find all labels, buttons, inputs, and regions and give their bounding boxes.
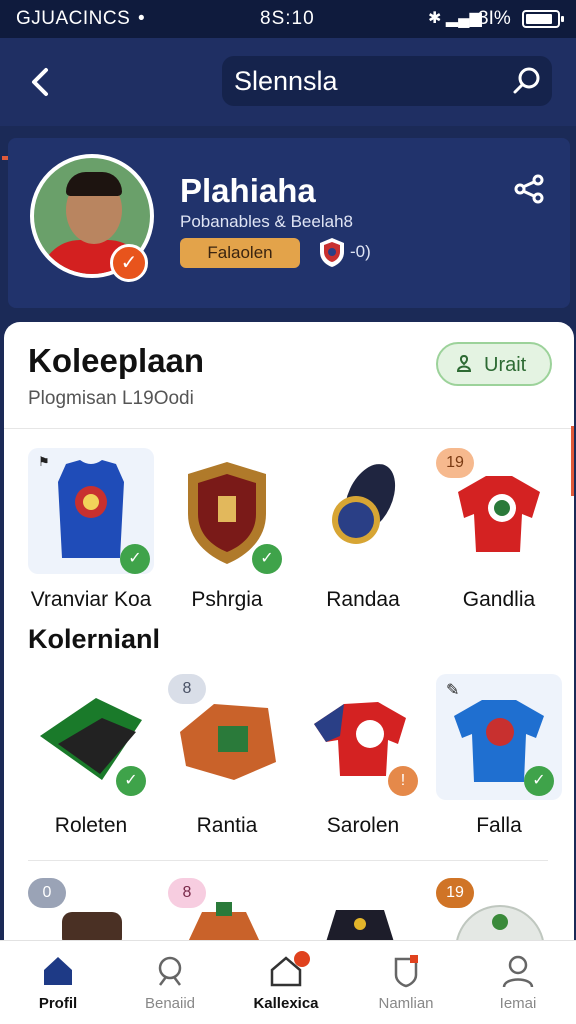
item-label: Rantia <box>196 814 258 837</box>
collection-sheet: Koleeplaan Plogmisan L19Oodi Urait ⚑ ✓ V… <box>4 322 574 942</box>
nav-user[interactable]: Iemai <box>468 951 568 1021</box>
owned-check-icon: ! <box>388 766 418 796</box>
nav-collection[interactable]: Kallexica <box>236 951 336 1021</box>
collection-item[interactable]: 19 Gandlia <box>436 448 572 618</box>
owned-check-icon: ✓ <box>252 544 282 574</box>
profile-subtitle: Pobanables & Beelah8 <box>180 212 353 231</box>
nav-badges[interactable]: Namlian <box>356 951 456 1021</box>
badge-icon <box>394 955 418 988</box>
divider <box>28 860 548 861</box>
collection-item[interactable]: 0 <box>28 878 164 942</box>
divider <box>4 428 574 429</box>
nav-label: Profil <box>38 995 78 1012</box>
avatar-hair <box>66 172 122 196</box>
collection-item[interactable]: 19 <box>436 878 572 942</box>
collection-item[interactable]: 8 <box>164 878 300 942</box>
item-label: Gandlia <box>462 588 536 611</box>
battery-percent: 3I% <box>478 8 511 29</box>
bluetooth-signal-icon: ✱ ▂▄▆ <box>428 10 482 27</box>
collection-title: Koleeplaan <box>28 342 205 379</box>
flag-icon: ⚑ <box>38 454 50 469</box>
item-label: Roleten <box>54 814 128 837</box>
section-title: Kolernianl <box>28 624 161 654</box>
search-icon <box>158 956 182 986</box>
item-thumbnail <box>300 448 426 574</box>
nav-label: Benaiid <box>144 995 196 1012</box>
item-label: Pshrgia <box>191 588 263 611</box>
collection-item[interactable]: Randaa <box>300 448 436 618</box>
collection-item[interactable]: ✎ ✓ Falla <box>436 674 572 844</box>
profile-card: ✓ Plahiaha Pobanables & Beelah8 Falaolen… <box>8 138 570 308</box>
collection-item[interactable]: ✓ Roleten <box>28 674 164 844</box>
collection-item[interactable] <box>300 878 436 942</box>
item-label: Falla <box>476 814 522 837</box>
add-user-icon <box>456 354 472 372</box>
profile-stat: -0) <box>350 242 371 261</box>
count-badge: 19 <box>436 448 474 478</box>
owned-check-icon: ✓ <box>524 766 554 796</box>
page-title: Slennsla <box>234 66 338 96</box>
share-icon[interactable] <box>512 172 546 206</box>
chevron-left-icon <box>32 68 48 96</box>
nav-label: Namlian <box>378 995 434 1012</box>
home-icon <box>44 957 72 985</box>
collection-item[interactable]: 8 Rantia <box>164 674 300 844</box>
status-bar: GJUACINCS • 8S:10 ✱ ▂▄▆ 3I% <box>0 0 576 38</box>
medal-icon <box>332 464 396 544</box>
count-badge: 8 <box>168 674 206 704</box>
bottom-navigation: Profil Benaiid Kallexica Namlian Iemai <box>0 940 576 1024</box>
add-item-label: Urait <box>484 354 527 376</box>
user-icon <box>502 955 534 988</box>
bag-black-icon <box>326 910 394 942</box>
header-search-pill[interactable]: Slennsla <box>222 56 552 106</box>
item-label: Sarolen <box>326 814 400 837</box>
count-badge: 19 <box>436 878 474 908</box>
count-badge: 8 <box>168 878 206 908</box>
status-time: 8S:10 <box>260 8 315 29</box>
item-label: Randaa <box>326 588 400 611</box>
nav-label: Kallexica <box>253 995 319 1012</box>
top-navigation: Slennsla <box>0 38 576 160</box>
verified-icon: ✓ <box>110 244 148 282</box>
nav-search[interactable]: Benaiid <box>120 951 220 1021</box>
item-label: Vranviar Koa <box>30 588 152 611</box>
status-dot-icon: • <box>138 8 145 29</box>
profile-rank-badge[interactable]: Falaolen <box>180 238 300 268</box>
search-icon[interactable] <box>510 64 544 98</box>
collection-item[interactable]: ✓ Pshrgia <box>164 448 300 618</box>
notification-dot <box>294 951 310 967</box>
collection-item[interactable]: ⚑ ✓ Vranviar Koa <box>28 448 164 618</box>
collection-item[interactable]: ! Sarolen <box>300 674 436 844</box>
owned-check-icon: ✓ <box>120 544 150 574</box>
back-button[interactable] <box>22 60 62 104</box>
nav-profile[interactable]: Profil <box>8 951 108 1021</box>
owned-check-icon: ✓ <box>116 766 146 796</box>
club-crest-icon <box>320 238 344 267</box>
count-badge: 0 <box>28 878 66 908</box>
carrier-name: GJUACINCS <box>16 8 131 29</box>
battery-icon <box>522 10 564 28</box>
flag-icon: ✎ <box>446 682 460 699</box>
bag-brown-icon <box>62 912 122 942</box>
add-item-button[interactable]: Urait <box>436 342 552 386</box>
profile-name: Plahiaha <box>180 172 316 209</box>
collection-subtitle: Plogmisan L19Oodi <box>28 388 194 409</box>
nav-label: Iemai <box>499 995 537 1012</box>
